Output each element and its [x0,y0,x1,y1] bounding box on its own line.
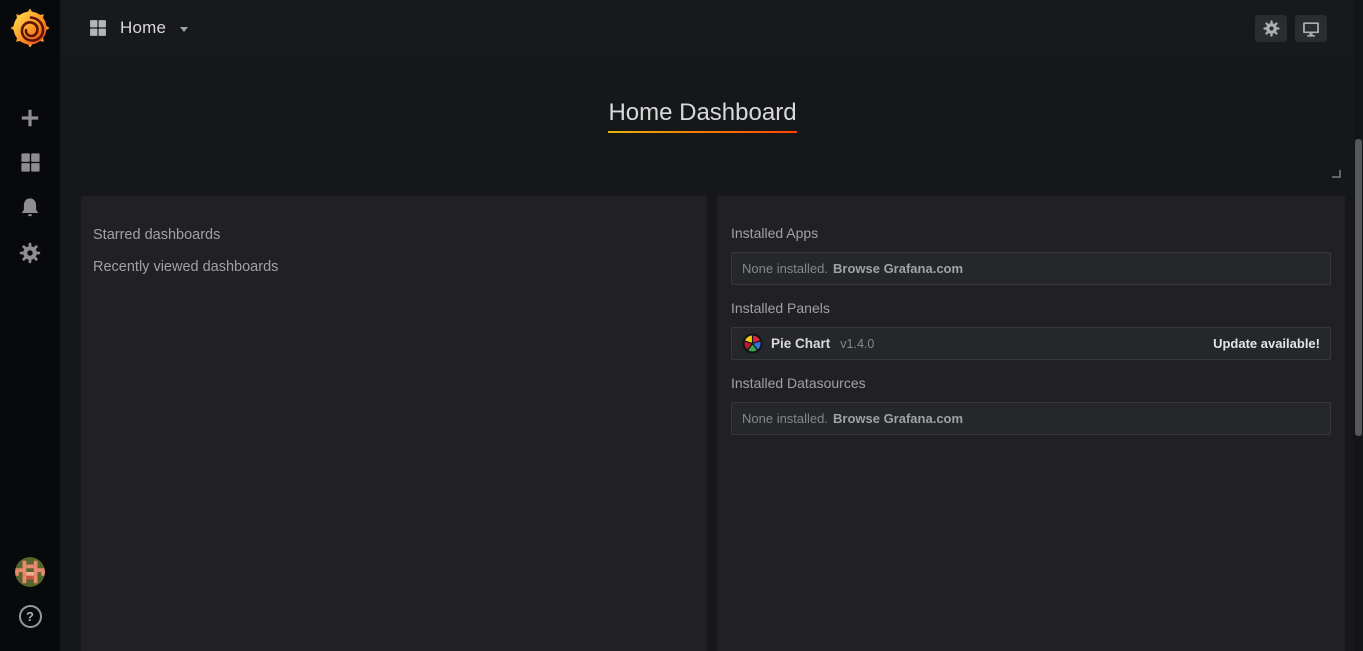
none-installed-text: None installed. [742,411,828,426]
pie-chart-icon [742,333,763,354]
grafana-flame-icon [10,8,50,48]
panel-resize-corner-icon[interactable] [1332,170,1341,178]
starred-dashboards-header: Starred dashboards [93,226,695,245]
dashboard-grid-icon [88,18,108,38]
sidebar-item-profile[interactable] [0,549,60,594]
help-icon: ? [19,605,42,628]
none-installed-text: None installed. [742,261,828,276]
scrollbar[interactable] [1354,0,1363,651]
avatar [15,557,45,587]
sidebar-item-dashboards[interactable] [0,140,60,185]
dashboard-picker[interactable]: Home [88,0,188,55]
chevron-down-icon [180,27,188,32]
installed-datasources-empty-row: None installed. Browse Grafana.com [731,402,1331,435]
gear-icon [18,241,42,265]
kiosk-mode-button[interactable] [1295,15,1327,42]
sidebar-item-help[interactable]: ? [0,594,60,639]
installed-panels-heading: Installed Panels [731,299,1331,317]
browse-grafana-link[interactable]: Browse Grafana.com [833,261,963,276]
plugin-list-panel: Installed Apps None installed. Browse Gr… [717,196,1345,651]
installed-datasources-heading: Installed Datasources [731,374,1331,392]
dashboard-list-panel: Starred dashboards Recently viewed dashb… [81,196,707,651]
sidebar-item-configuration[interactable] [0,230,60,275]
gear-icon [1262,19,1281,38]
installed-apps-empty-row: None installed. Browse Grafana.com [731,252,1331,285]
page-title: Home Dashboard [600,99,804,133]
update-available-link[interactable]: Update available! [1213,336,1320,351]
monitor-icon [1301,19,1321,39]
sidebar-item-create[interactable] [0,95,60,140]
plus-icon [18,106,42,130]
pie-chart-plugin-row[interactable]: Pie Chart v1.4.0 Update available! [731,327,1331,360]
dashboards-grid-icon [19,151,42,174]
help-question-mark: ? [26,610,34,623]
bell-icon [18,196,42,220]
grafana-logo-icon[interactable] [0,0,60,56]
dashboard-settings-button[interactable] [1255,15,1287,42]
scrollbar-thumb[interactable] [1355,139,1362,436]
current-dashboard-label: Home [120,18,166,38]
sidebar-item-alerting[interactable] [0,185,60,230]
installed-apps-heading: Installed Apps [731,224,1331,242]
navbar: Home [60,0,1363,55]
plugin-version: v1.4.0 [840,337,874,351]
sidebar: ? [0,0,60,651]
plugin-name: Pie Chart [771,336,830,351]
recent-dashboards-header: Recently viewed dashboards [93,258,695,277]
browse-grafana-link[interactable]: Browse Grafana.com [833,411,963,426]
